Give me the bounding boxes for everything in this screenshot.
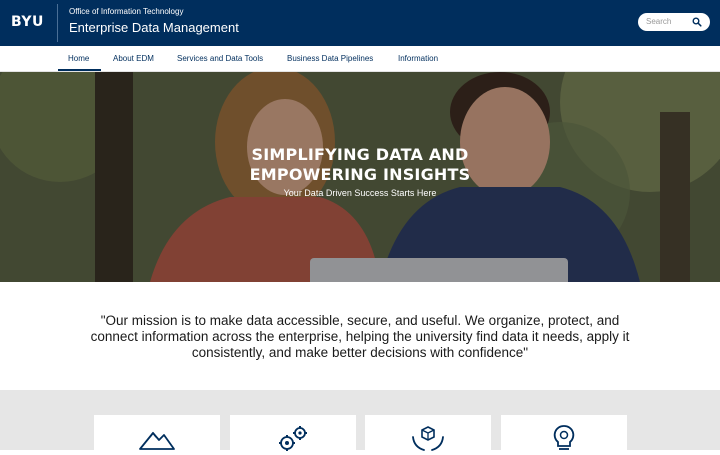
gears-icon: [279, 426, 307, 451]
nav-home[interactable]: Home: [68, 54, 89, 63]
hero-title-line2: EMPOWERING INSIGHTS: [249, 165, 471, 184]
hero-title-line1: SIMPLIFYING DATA AND: [251, 145, 469, 164]
service-card-3[interactable]: [365, 415, 491, 455]
lightbulb-gear-icon: [553, 425, 575, 450]
service-card-1[interactable]: [94, 415, 220, 455]
nav-business-data-pipelines[interactable]: Business Data Pipelines: [287, 54, 373, 63]
main-nav: Home About EDM Services and Data Tools B…: [0, 46, 720, 72]
service-card-2[interactable]: [230, 415, 356, 455]
nav-services-data-tools[interactable]: Services and Data Tools: [177, 54, 263, 63]
hands-cube-icon: [412, 426, 444, 451]
nav-about-edm[interactable]: About EDM: [113, 54, 154, 63]
hero-title: SIMPLIFYING DATA AND EMPOWERING INSIGHTS: [210, 145, 510, 185]
site-title[interactable]: Enterprise Data Management: [69, 20, 239, 35]
search-icon[interactable]: [692, 17, 702, 27]
mountain-icon: [139, 431, 175, 450]
top-header: BYU Office of Information Technology Ent…: [0, 0, 720, 46]
nav-information[interactable]: Information: [398, 54, 438, 63]
hero-banner: SIMPLIFYING DATA AND EMPOWERING INSIGHTS…: [0, 72, 720, 282]
hero-subtitle: Your Data Driven Success Starts Here: [283, 188, 437, 198]
nav-active-indicator: [58, 69, 101, 71]
mission-statement: "Our mission is to make data accessible,…: [90, 313, 630, 360]
service-card-4[interactable]: [501, 415, 627, 455]
header-divider: [57, 4, 58, 42]
byu-logo[interactable]: BYU: [11, 14, 44, 30]
search-input[interactable]: Search: [638, 13, 710, 31]
header-subtitle[interactable]: Office of Information Technology: [69, 7, 183, 16]
search-placeholder: Search: [646, 17, 672, 26]
